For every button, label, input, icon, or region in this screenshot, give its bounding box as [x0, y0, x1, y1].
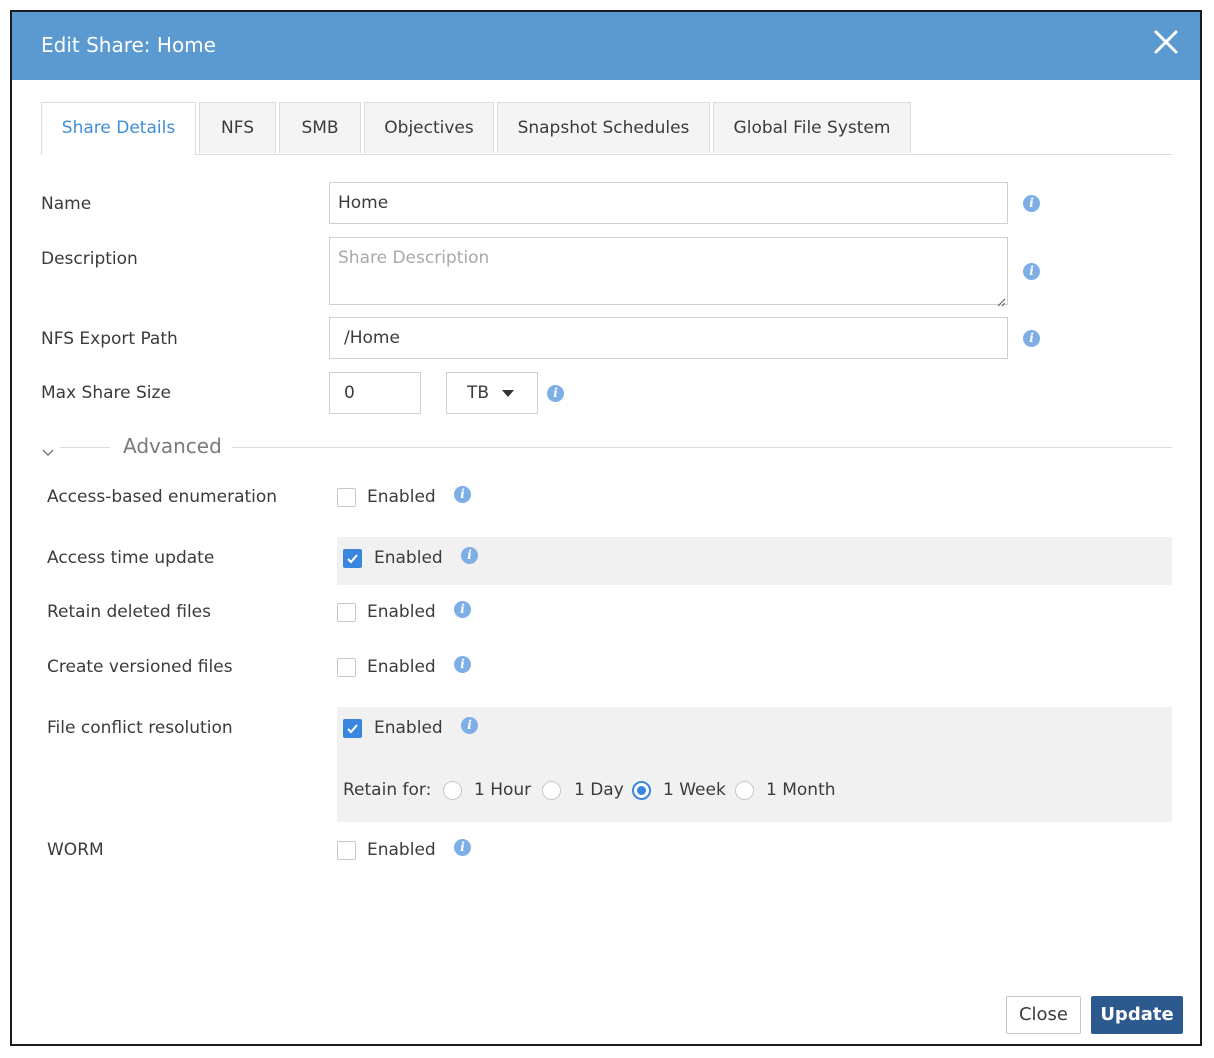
- retain-for-label: Retain for:: [343, 780, 432, 800]
- retain-deleted-files-checkbox[interactable]: [337, 603, 356, 622]
- tab-nfs[interactable]: NFS: [199, 102, 276, 153]
- info-icon[interactable]: i: [1023, 330, 1040, 347]
- checkbox-label: Enabled: [367, 602, 436, 622]
- dialog-titlebar: Edit Share: Home: [12, 12, 1200, 80]
- size-unit-value: TB: [467, 383, 490, 403]
- tab-snapshot-schedules[interactable]: Snapshot Schedules: [497, 102, 710, 153]
- tab-label: Objectives: [384, 118, 474, 138]
- advanced-title: Advanced: [123, 434, 222, 458]
- check-icon: [347, 554, 358, 564]
- checkbox-label: Enabled: [367, 487, 436, 507]
- checkbox-label: Enabled: [374, 718, 443, 738]
- access-time-update-checkbox[interactable]: [343, 549, 362, 568]
- tab-global-file-system[interactable]: Global File System: [713, 102, 911, 153]
- divider: [60, 447, 110, 448]
- info-icon[interactable]: i: [1023, 195, 1040, 212]
- file-conflict-resolution-checkbox[interactable]: [343, 719, 362, 738]
- checkbox-label: Enabled: [374, 548, 443, 568]
- tab-label: Global File System: [733, 118, 891, 138]
- info-icon[interactable]: i: [461, 717, 478, 734]
- description-label: Description: [41, 249, 138, 269]
- tab-label: NFS: [221, 118, 254, 138]
- radio-label: 1 Day: [574, 780, 624, 800]
- checkbox-label: Enabled: [367, 657, 436, 677]
- description-textarea[interactable]: Share Description: [329, 237, 1008, 305]
- dialog-title: Edit Share: Home: [41, 33, 216, 57]
- option-label: Access-based enumeration: [47, 487, 278, 507]
- chevron-down-icon[interactable]: [41, 442, 55, 461]
- nfs-path-label: NFS Export Path: [41, 329, 178, 349]
- radio-label: 1 Hour: [474, 780, 532, 800]
- update-button[interactable]: Update: [1091, 996, 1183, 1034]
- option-label: File conflict resolution: [47, 718, 233, 738]
- worm-checkbox[interactable]: [337, 841, 356, 860]
- tab-bar: Share Details NFS SMB Objectives Snapsho…: [41, 102, 1172, 155]
- info-icon[interactable]: i: [454, 486, 471, 503]
- option-label: Access time update: [47, 548, 215, 568]
- info-icon[interactable]: i: [454, 839, 471, 856]
- info-icon[interactable]: i: [1023, 263, 1040, 280]
- name-input[interactable]: Home: [329, 182, 1008, 224]
- close-icon[interactable]: [1152, 28, 1180, 56]
- radio-1-hour[interactable]: [443, 781, 462, 800]
- check-icon: [347, 724, 358, 734]
- caret-down-icon: [502, 390, 514, 397]
- tab-label: Share Details: [61, 118, 176, 138]
- checkbox-label: Enabled: [367, 840, 436, 860]
- tab-smb[interactable]: SMB: [279, 102, 361, 153]
- tab-share-details[interactable]: Share Details: [41, 102, 196, 155]
- edit-share-dialog: Edit Share: Home Share Details NFS SMB O…: [10, 10, 1202, 1046]
- option-label: Retain deleted files: [47, 602, 211, 622]
- tab-objectives[interactable]: Objectives: [364, 102, 494, 153]
- info-icon[interactable]: i: [454, 601, 471, 618]
- close-button[interactable]: Close: [1006, 996, 1081, 1034]
- access-based-enumeration-checkbox[interactable]: [337, 488, 356, 507]
- resize-handle-icon[interactable]: [996, 292, 1006, 311]
- info-icon[interactable]: i: [454, 656, 471, 673]
- option-label: WORM: [47, 840, 104, 860]
- divider: [232, 447, 1172, 448]
- name-label: Name: [41, 194, 92, 214]
- info-icon[interactable]: i: [547, 385, 564, 402]
- max-size-input[interactable]: 0: [329, 372, 421, 414]
- radio-1-week[interactable]: [632, 781, 651, 800]
- radio-label: 1 Week: [663, 780, 726, 800]
- max-size-label: Max Share Size: [41, 383, 171, 403]
- radio-1-month[interactable]: [735, 781, 754, 800]
- radio-1-day[interactable]: [542, 781, 561, 800]
- info-icon[interactable]: i: [461, 547, 478, 564]
- option-label: Create versioned files: [47, 657, 233, 677]
- size-unit-select[interactable]: TB: [446, 372, 538, 414]
- radio-label: 1 Month: [766, 780, 836, 800]
- tab-label: Snapshot Schedules: [517, 118, 690, 138]
- tab-label: SMB: [301, 118, 339, 138]
- create-versioned-files-checkbox[interactable]: [337, 658, 356, 677]
- nfs-path-input[interactable]: /Home: [329, 317, 1008, 359]
